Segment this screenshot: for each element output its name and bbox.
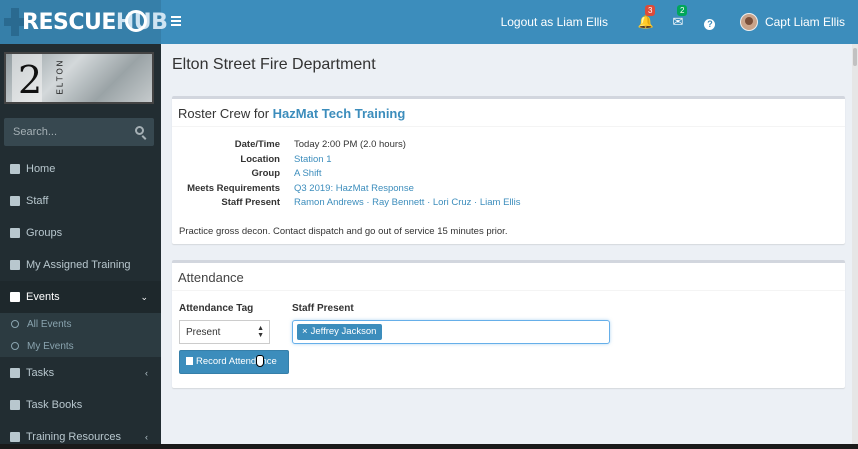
user-menu[interactable]: Capt Liam Ellis [739, 13, 845, 31]
notifications-badge: 3 [644, 5, 656, 16]
save-icon [186, 357, 193, 365]
staff-present-input[interactable]: × Jeffrey Jackson [292, 320, 610, 344]
detail-row: Date/Time Today 2:00 PM (2.0 hours) [234, 139, 406, 150]
attendance-box: Attendance Attendance Tag Staff Present … [172, 260, 845, 388]
top-navbar: RESCUEHUB Logout as Liam Ellis 🔔 3 ✉ 2 ? C… [0, 0, 858, 44]
sidebar-subitem-my-events[interactable]: My Events [0, 335, 161, 357]
remove-tag-icon[interactable]: × [302, 326, 308, 337]
chevron-left-icon: ‹ [145, 432, 148, 442]
file-icon [10, 432, 20, 442]
group-link[interactable]: A Shift [294, 168, 321, 183]
messages-envelope-icon[interactable]: ✉ 2 [662, 5, 694, 30]
search-icon[interactable] [135, 126, 144, 135]
window-bottom-edge [0, 444, 858, 449]
notifications-bell-icon[interactable]: 🔔 3 [630, 5, 662, 30]
requirements-link[interactable]: Q3 2019: HazMat Response [294, 183, 414, 198]
selected-staff-tag: × Jeffrey Jackson [297, 324, 383, 340]
staff-present-links[interactable]: Ramon Andrews · Ray Bennett · Lori Cruz … [294, 197, 521, 212]
circle-icon [11, 320, 19, 328]
event-link[interactable]: HazMat Tech Training [273, 106, 406, 121]
record-attendance-button[interactable]: Record Attendance [179, 350, 289, 374]
avatar [739, 13, 758, 31]
book-icon [10, 260, 20, 270]
calendar-icon [10, 292, 20, 302]
sidebar-search [4, 118, 154, 146]
chevron-down-icon: ⌄ [140, 291, 148, 302]
department-logo-image: 2 ELTON [4, 52, 154, 104]
attendance-tag-select[interactable]: Present ▲ ▼ [179, 320, 270, 344]
attendance-heading: Attendance [172, 263, 845, 291]
app-logo[interactable]: RESCUEHUB [0, 0, 168, 44]
user-name: Capt Liam Ellis [764, 15, 845, 29]
detail-row: Staff Present Ramon Andrews · Ray Bennett… [172, 197, 521, 212]
detail-row: Meets Requirements Q3 2019: HazMat Respon… [172, 183, 521, 198]
location-link[interactable]: Station 1 [294, 154, 332, 169]
users-icon [10, 228, 20, 238]
help-icon[interactable]: ? [694, 15, 726, 30]
roster-heading: Roster Crew for HazMat Tech Training [172, 99, 845, 127]
attendance-tag-label: Attendance Tag [179, 303, 254, 314]
scrollbar-thumb[interactable] [853, 48, 857, 66]
search-input[interactable] [4, 118, 128, 146]
sidebar-item-task-books[interactable]: Task Books [0, 389, 161, 421]
sidebar-item-groups[interactable]: Groups [0, 217, 161, 249]
circle-icon [11, 342, 19, 350]
messages-badge: 2 [676, 5, 688, 16]
detail-row: Group A Shift [172, 168, 521, 183]
detail-row: Location Station 1 [172, 154, 521, 169]
user-icon [10, 196, 20, 206]
sidebar-item-my-assigned-training[interactable]: My Assigned Training [0, 249, 161, 281]
gear-icon [125, 10, 147, 32]
event-details: Date/Time Today 2:00 PM (2.0 hours) Locat… [172, 139, 521, 212]
sidebar-subitem-all-events[interactable]: All Events [0, 313, 161, 335]
sidebar-item-tasks[interactable]: Tasks ‹ [0, 357, 161, 389]
mouse-cursor [256, 355, 264, 367]
list-icon [10, 368, 20, 378]
event-note: Practice gross decon. Contact dispatch a… [179, 226, 508, 237]
sidebar-item-events[interactable]: Events ⌄ [0, 281, 161, 313]
home-icon [10, 164, 20, 174]
logout-link[interactable]: Logout as Liam Ellis [501, 15, 608, 29]
navbar-right: Logout as Liam Ellis 🔔 3 ✉ 2 ? Capt Liam E… [501, 0, 858, 44]
page-title: Elton Street Fire Department [172, 56, 376, 73]
chevron-left-icon: ‹ [145, 368, 148, 378]
staff-present-label: Staff Present [292, 303, 354, 314]
id-card-icon [10, 400, 20, 410]
sidebar-item-home[interactable]: Home [0, 153, 161, 185]
sidebar-item-staff[interactable]: Staff [0, 185, 161, 217]
select-arrows-icon: ▲ ▼ [257, 325, 264, 339]
roster-box: Roster Crew for HazMat Tech Training Dat… [172, 96, 845, 244]
sidebar-toggle-icon[interactable] [171, 16, 181, 26]
scrollbar[interactable] [852, 44, 858, 449]
